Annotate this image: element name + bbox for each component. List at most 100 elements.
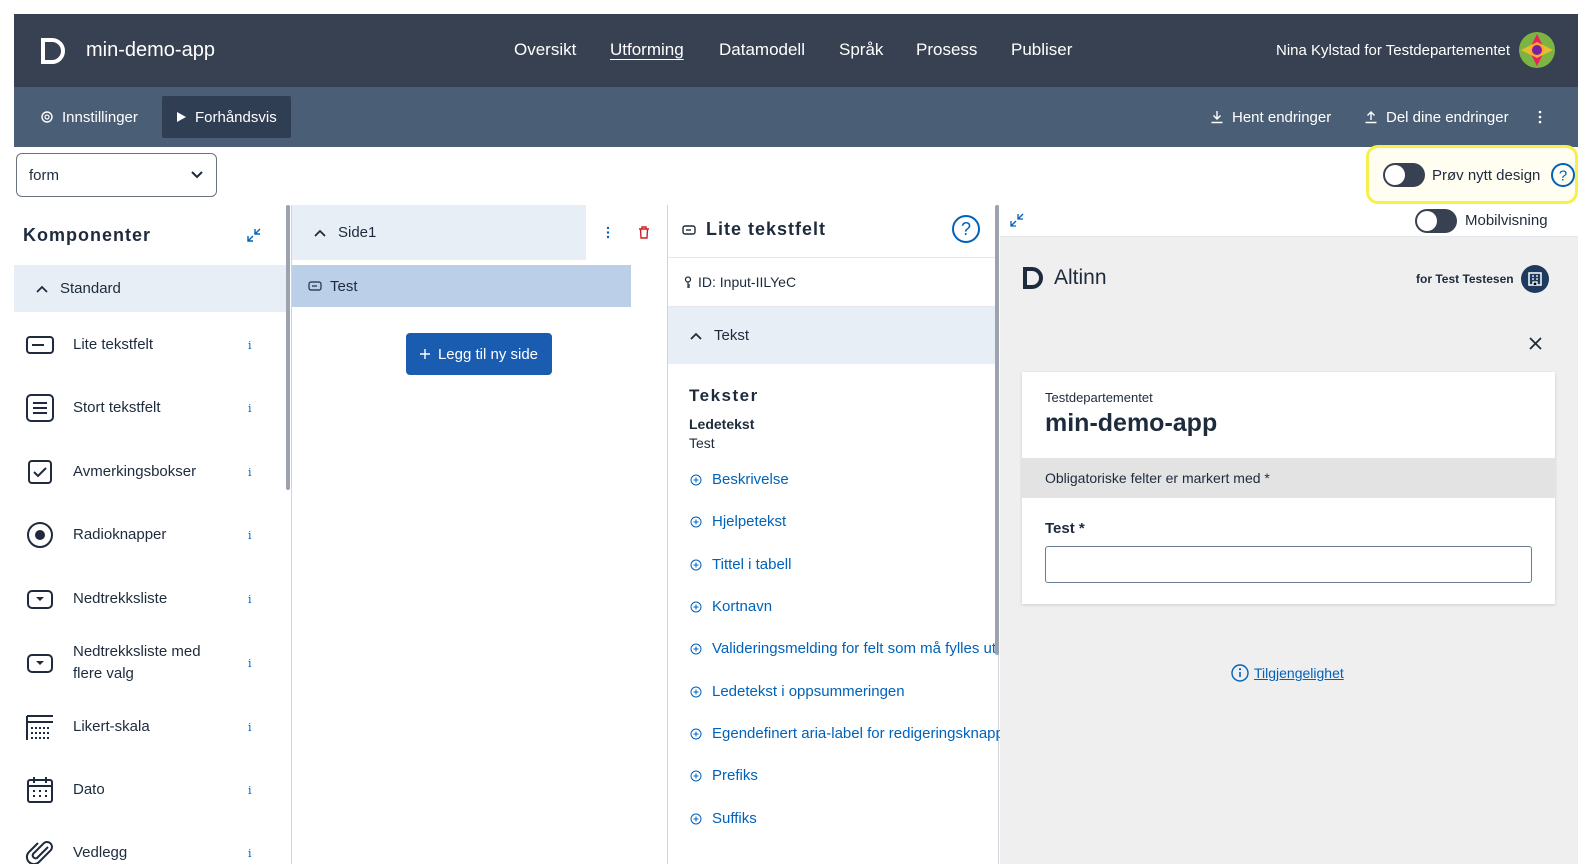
components-scrollbar[interactable]	[286, 205, 290, 490]
plus-circle-icon	[690, 601, 702, 613]
more-menu-icon[interactable]	[1538, 87, 1542, 147]
chevron-up-icon	[36, 285, 48, 293]
nav-publiser[interactable]: Publiser	[1011, 40, 1072, 60]
component-radio[interactable]: Radioknapper i	[14, 505, 286, 565]
text-section-label: Tekst	[714, 327, 750, 344]
likert-icon	[24, 711, 56, 743]
standard-group-header[interactable]: Standard	[14, 265, 286, 312]
nav-prosess[interactable]: Prosess	[916, 40, 977, 60]
component-attachment[interactable]: Vedlegg i	[14, 823, 286, 864]
plus-circle-icon	[690, 728, 702, 740]
info-icon[interactable]: i	[248, 847, 252, 860]
info-icon[interactable]: i	[248, 339, 252, 352]
collapse-icon[interactable]	[246, 227, 262, 243]
add-validation-message-link[interactable]: Valideringsmelding for felt som må fylle…	[690, 640, 996, 657]
preview-panel: Mobilvisning Altinn for Test Testesen Te…	[1000, 205, 1578, 864]
trash-icon[interactable]	[638, 226, 650, 239]
nav-sprak[interactable]: Språk	[839, 40, 883, 60]
add-summary-label-link[interactable]: Ledetekst i oppsummeringen	[690, 683, 905, 700]
add-prefix-link[interactable]: Prefiks	[690, 767, 758, 784]
label-value[interactable]: Test	[689, 435, 715, 451]
org-name: Testdepartementet	[1045, 390, 1153, 405]
party-name[interactable]: for Test Testesen	[1416, 272, 1514, 286]
app-name[interactable]: min-demo-app	[86, 39, 215, 62]
info-icon[interactable]: i	[248, 466, 252, 479]
page-name: Side1	[338, 224, 377, 241]
layout-set-value: form	[29, 166, 59, 184]
form-card: Testdepartementet min-demo-app Obligator…	[1022, 372, 1555, 604]
plus-circle-icon	[690, 770, 702, 782]
add-short-name-link[interactable]: Kortnavn	[690, 598, 772, 615]
component-label: Likert-skala	[73, 718, 150, 735]
component-date[interactable]: Dato i	[14, 760, 286, 820]
share-changes-button[interactable]: Del dine endringer	[1364, 87, 1509, 147]
add-page-button[interactable]: Legg til ny side	[406, 333, 552, 375]
studio-logo-icon[interactable]	[40, 38, 66, 64]
info-icon[interactable]: i	[248, 402, 252, 415]
component-likert[interactable]: Likert-skala i	[14, 697, 286, 757]
component-multi-dropdown[interactable]: Nedtrekksliste med flere valg i	[14, 633, 286, 693]
properties-scrollbar[interactable]	[995, 205, 999, 655]
settings-label: Innstillinger	[62, 108, 138, 126]
mobile-view-toggle[interactable]	[1415, 209, 1457, 233]
plus-circle-icon	[690, 559, 702, 571]
help-icon[interactable]: ?	[1550, 162, 1576, 188]
user-avatar[interactable]	[1518, 31, 1556, 69]
plus-circle-icon	[690, 516, 702, 528]
preview-button[interactable]: Forhåndsvis	[162, 96, 291, 138]
add-page-label: Legg til ny side	[437, 345, 539, 363]
building-icon[interactable]	[1521, 265, 1549, 293]
add-description-link[interactable]: Beskrivelse	[690, 471, 789, 488]
text-section-header[interactable]: Tekst	[668, 307, 998, 364]
page-accordion-side1[interactable]: Side1	[292, 205, 586, 260]
component-id-row[interactable]: ID: Input-IILYeC	[668, 257, 998, 307]
texts-heading: Tekster	[689, 386, 759, 405]
paperclip-icon	[24, 837, 56, 864]
component-dropdown[interactable]: Nedtrekksliste i	[14, 569, 286, 629]
properties-header: Lite tekstfelt	[682, 219, 826, 240]
svg-text:?: ?	[961, 219, 971, 239]
page-menu-icon[interactable]	[606, 226, 610, 239]
gear-icon	[40, 110, 54, 124]
form-app-title: min-demo-app	[1045, 409, 1218, 437]
accessibility-link[interactable]: Tilgjengelighet	[1231, 664, 1344, 682]
download-icon	[1210, 110, 1224, 124]
component-short-text[interactable]: Lite tekstfelt i	[14, 315, 286, 375]
info-icon[interactable]: i	[248, 593, 252, 606]
short-text-icon	[682, 224, 696, 235]
component-long-text[interactable]: Stort tekstfelt i	[14, 378, 286, 438]
accessibility-label: Tilgjengelighet	[1254, 665, 1344, 681]
nav-oversikt[interactable]: Oversikt	[514, 40, 576, 60]
form-component-test[interactable]: Test	[292, 265, 631, 307]
user-name[interactable]: Nina Kylstad for Testdepartementet	[1276, 42, 1510, 59]
altinn-brand: Altinn	[1054, 266, 1107, 289]
close-icon[interactable]	[1529, 337, 1542, 350]
info-icon[interactable]: i	[248, 657, 252, 670]
try-new-design-toggle[interactable]	[1383, 163, 1425, 187]
form-component-label: Test	[330, 277, 358, 295]
expand-icon[interactable]	[1010, 213, 1024, 227]
short-text-icon	[308, 281, 322, 291]
component-label: Avmerkingsbokser	[73, 463, 197, 480]
fetch-changes-label: Hent endringer	[1232, 108, 1332, 126]
settings-button[interactable]: Innstillinger	[40, 87, 138, 147]
fetch-changes-button[interactable]: Hent endringer	[1210, 87, 1331, 147]
add-suffix-link[interactable]: Suffiks	[690, 810, 757, 827]
layout-set-select[interactable]: form	[16, 153, 217, 197]
test-input-field[interactable]	[1045, 546, 1532, 583]
link-label: Tittel i tabell	[712, 556, 792, 573]
info-icon[interactable]: i	[248, 784, 252, 797]
component-label: Lite tekstfelt	[73, 336, 154, 353]
nav-datamodell[interactable]: Datamodell	[719, 40, 805, 60]
info-icon[interactable]: i	[248, 529, 252, 542]
component-checkboxes[interactable]: Avmerkingsbokser i	[14, 442, 286, 502]
add-aria-label-link[interactable]: Egendefinert aria-label for redigeringsk…	[690, 725, 1004, 742]
info-circle-icon	[1231, 664, 1249, 682]
link-label: Kortnavn	[712, 598, 773, 615]
help-icon[interactable]: ?	[951, 214, 981, 244]
add-help-text-link[interactable]: Hjelpetekst	[690, 513, 786, 530]
nav-utforming[interactable]: Utforming	[610, 40, 684, 60]
add-table-title-link[interactable]: Tittel i tabell	[690, 556, 791, 573]
info-icon[interactable]: i	[248, 721, 252, 734]
components-title: Komponenter	[23, 225, 151, 245]
